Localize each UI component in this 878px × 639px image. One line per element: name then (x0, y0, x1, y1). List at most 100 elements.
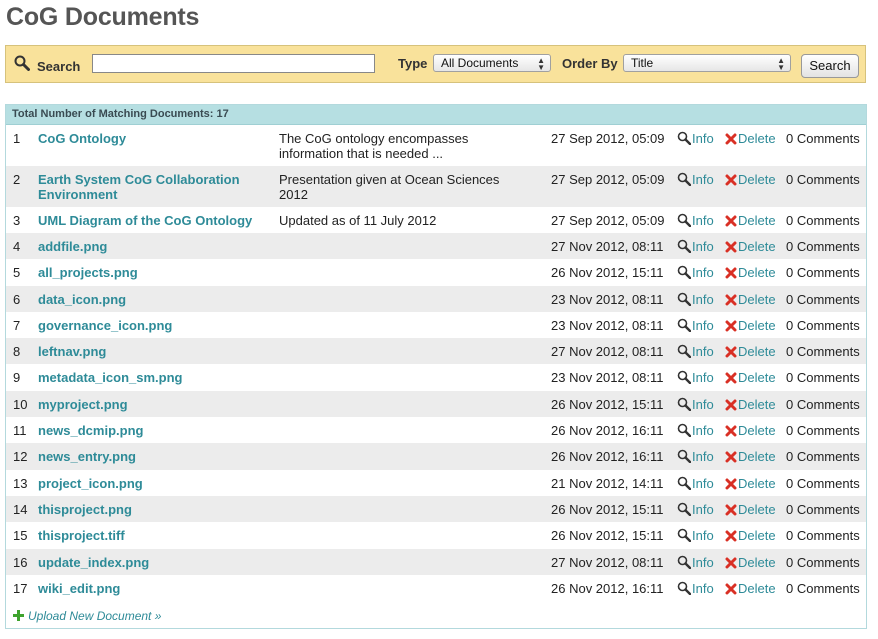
delete-link[interactable]: Delete (725, 370, 776, 387)
info-link[interactable]: Info (677, 528, 714, 545)
order-by-select[interactable]: Title ▲ ▼ (623, 54, 791, 72)
document-title-link[interactable]: governance_icon.png (38, 318, 273, 333)
document-title-link[interactable]: data_icon.png (38, 292, 273, 307)
comments-count: 0 Comments (786, 528, 860, 544)
document-date: 27 Nov 2012, 08:11 (551, 344, 664, 360)
select-arrows-icon: ▲ ▼ (537, 56, 545, 72)
magnifier-icon (677, 265, 692, 282)
document-title-link[interactable]: addfile.png (38, 239, 273, 254)
delete-link[interactable]: Delete (725, 449, 776, 466)
delete-link[interactable]: Delete (725, 213, 776, 230)
info-link[interactable]: Info (677, 397, 714, 414)
order-by-select-value: Title (631, 56, 654, 70)
table-row: 2 Earth System CoG Collaboration Environme… (6, 166, 866, 207)
delete-x-icon (725, 583, 737, 598)
document-title-line: all_projects.png (38, 265, 138, 281)
delete-link[interactable]: Delete (725, 555, 776, 572)
search-bar: Search Type All Documents ▲ ▼ Order By Ti… (5, 45, 866, 83)
delete-link[interactable]: Delete (725, 172, 776, 189)
document-title-link[interactable]: leftnav.png (38, 344, 273, 359)
document-title-line: addfile.png (38, 239, 108, 254)
search-input[interactable] (92, 54, 375, 73)
document-title-link[interactable]: wiki_edit.png (38, 581, 273, 596)
delete-link[interactable]: Delete (725, 239, 776, 256)
info-link[interactable]: Info (677, 476, 714, 493)
magnifier-icon (677, 239, 692, 256)
delete-link[interactable]: Delete (725, 292, 776, 309)
delete-link[interactable]: Delete (725, 318, 776, 335)
document-title-link[interactable]: news_entry.png (38, 449, 273, 464)
document-title-link[interactable]: UML Diagram of the CoG Ontology (38, 213, 273, 228)
table-row: 16 update_index.png 27 Nov 2012, 08:11 Info… (6, 548, 866, 575)
document-title-link[interactable]: news_dcmip.png (38, 423, 273, 438)
document-title-link[interactable]: metadata_icon_sm.png (38, 370, 273, 385)
delete-link[interactable]: Delete (725, 265, 776, 282)
delete-x-icon (725, 399, 737, 414)
info-label: Info (692, 423, 714, 439)
document-title-link[interactable]: CoG Ontology (38, 131, 273, 146)
document-date: 27 Nov 2012, 08:11 (551, 239, 664, 254)
document-title-link[interactable]: update_index.png (38, 555, 273, 570)
info-link[interactable]: Info (677, 318, 714, 335)
row-number: 3 (13, 213, 21, 228)
table-row: 1 CoG Ontology The CoG ontology encompasse… (6, 125, 866, 166)
delete-x-icon (725, 504, 737, 519)
info-link[interactable]: Info (677, 423, 714, 440)
info-link[interactable]: Info (677, 370, 714, 387)
delete-link[interactable]: Delete (725, 423, 776, 440)
info-link[interactable]: Info (677, 344, 714, 361)
info-link[interactable]: Info (677, 239, 714, 256)
delete-link[interactable]: Delete (725, 476, 776, 493)
magnifier-icon (677, 370, 692, 387)
magnifier-icon (677, 449, 692, 466)
delete-x-icon (725, 294, 737, 309)
delete-link[interactable]: Delete (725, 528, 776, 545)
row-number: 15 (13, 528, 28, 544)
delete-link[interactable]: Delete (725, 131, 776, 148)
row-number: 14 (13, 501, 28, 517)
info-link[interactable]: Info (677, 502, 714, 519)
document-title-link[interactable]: thisproject.png (38, 502, 273, 517)
magnifier-icon (677, 397, 692, 414)
delete-label: Delete (738, 554, 776, 570)
comments-count: 0 Comments (786, 291, 860, 307)
comments-count: 0 Comments (786, 396, 860, 412)
comments-count: 0 Comments (786, 131, 860, 146)
info-link[interactable]: Info (677, 172, 714, 189)
type-select[interactable]: All Documents ▲ ▼ (433, 54, 551, 72)
info-link[interactable]: Info (677, 581, 714, 598)
delete-link[interactable]: Delete (725, 397, 776, 414)
search-button[interactable]: Search (801, 54, 859, 78)
upload-new-document-link[interactable]: Upload New Document » (6, 604, 866, 628)
delete-link[interactable]: Delete (725, 344, 776, 361)
document-title-link[interactable]: all_projects.png (38, 265, 273, 280)
table-row: 14 thisproject.png 26 Nov 2012, 15:11 Info D… (6, 495, 866, 523)
delete-x-icon (725, 267, 737, 282)
document-title-link[interactable]: Earth System CoG Collaboration Environmen… (38, 172, 273, 202)
plus-icon (13, 610, 24, 624)
document-date: 21 Nov 2012, 14:11 (551, 475, 664, 491)
info-link[interactable]: Info (677, 265, 714, 282)
search-label: Search (37, 59, 81, 74)
delete-x-icon (725, 215, 737, 230)
delete-label: Delete (738, 423, 776, 439)
row-number: 10 (13, 396, 28, 412)
comments-count: 0 Comments (786, 580, 860, 596)
table-row: 7 governance_icon.png 23 Nov 2012, 08:11 In… (6, 312, 866, 338)
document-title-link[interactable]: thisproject.tiff (38, 528, 273, 543)
info-label: Info (692, 131, 714, 146)
delete-link[interactable]: Delete (725, 502, 776, 519)
info-link[interactable]: Info (677, 131, 714, 148)
delete-x-icon (725, 174, 737, 189)
info-link[interactable]: Info (677, 213, 714, 230)
document-title-line: Environment (38, 187, 118, 202)
info-label: Info (692, 213, 714, 228)
info-link[interactable]: Info (677, 292, 714, 309)
delete-link[interactable]: Delete (725, 581, 776, 598)
document-title-link[interactable]: project_icon.png (38, 476, 273, 491)
delete-label: Delete (738, 265, 776, 281)
info-link[interactable]: Info (677, 449, 714, 466)
info-link[interactable]: Info (677, 555, 714, 572)
document-title-link[interactable]: myproject.png (38, 397, 273, 412)
comments-count: 0 Comments (786, 317, 860, 333)
